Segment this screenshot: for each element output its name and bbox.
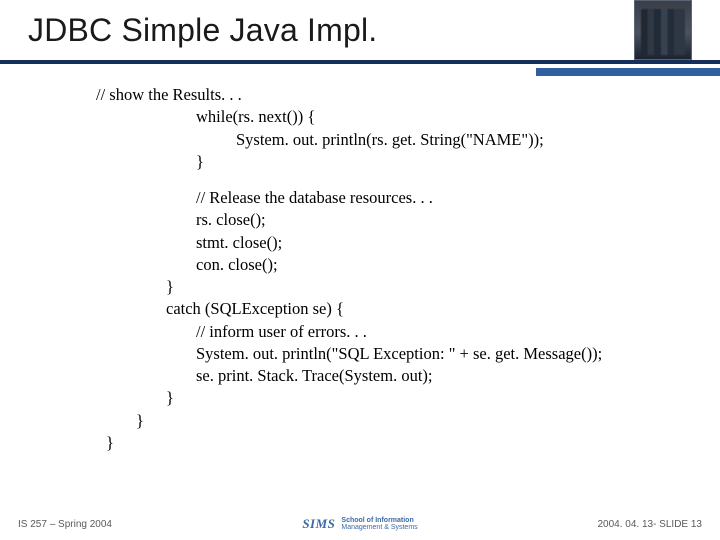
code-line: } [96, 151, 700, 173]
code-line: System. out. println(rs. get. String("NA… [96, 129, 700, 151]
footer-right: 2004. 04. 13- SLIDE 13 [597, 519, 702, 530]
sims-subtext: School of Information Management & Syste… [341, 517, 417, 531]
slide: JDBC Simple Java Impl. // show the Resul… [0, 0, 720, 540]
code-line: // Release the database resources. . . [96, 187, 700, 209]
accent-strip [536, 68, 720, 76]
code-line: System. out. println("SQL Exception: " +… [96, 343, 700, 365]
title-bar: JDBC Simple Java Impl. [0, 0, 720, 64]
code-line: catch (SQLException se) { [96, 298, 700, 320]
sims-logo-text: SIMS [302, 516, 335, 532]
header-photo [634, 0, 692, 60]
code-block: // show the Results. . . while(rs. next(… [96, 84, 700, 454]
sims-line2: Management & Systems [341, 524, 417, 531]
footer-logo: SIMS School of Information Management & … [302, 516, 417, 532]
code-line: con. close(); [96, 254, 700, 276]
footer: IS 257 – Spring 2004 SIMS School of Info… [0, 512, 720, 532]
slide-title: JDBC Simple Java Impl. [28, 12, 377, 49]
code-line: } [96, 432, 700, 454]
code-line: stmt. close(); [96, 232, 700, 254]
code-line: } [96, 276, 700, 298]
code-line: } [96, 387, 700, 409]
code-line: // inform user of errors. . . [96, 321, 700, 343]
code-line: // show the Results. . . [96, 84, 700, 106]
sims-line1: School of Information [341, 517, 417, 524]
code-line: } [96, 410, 700, 432]
footer-left: IS 257 – Spring 2004 [18, 519, 112, 530]
spacer [96, 173, 700, 187]
code-line: while(rs. next()) { [96, 106, 700, 128]
code-line: se. print. Stack. Trace(System. out); [96, 365, 700, 387]
code-line: rs. close(); [96, 209, 700, 231]
